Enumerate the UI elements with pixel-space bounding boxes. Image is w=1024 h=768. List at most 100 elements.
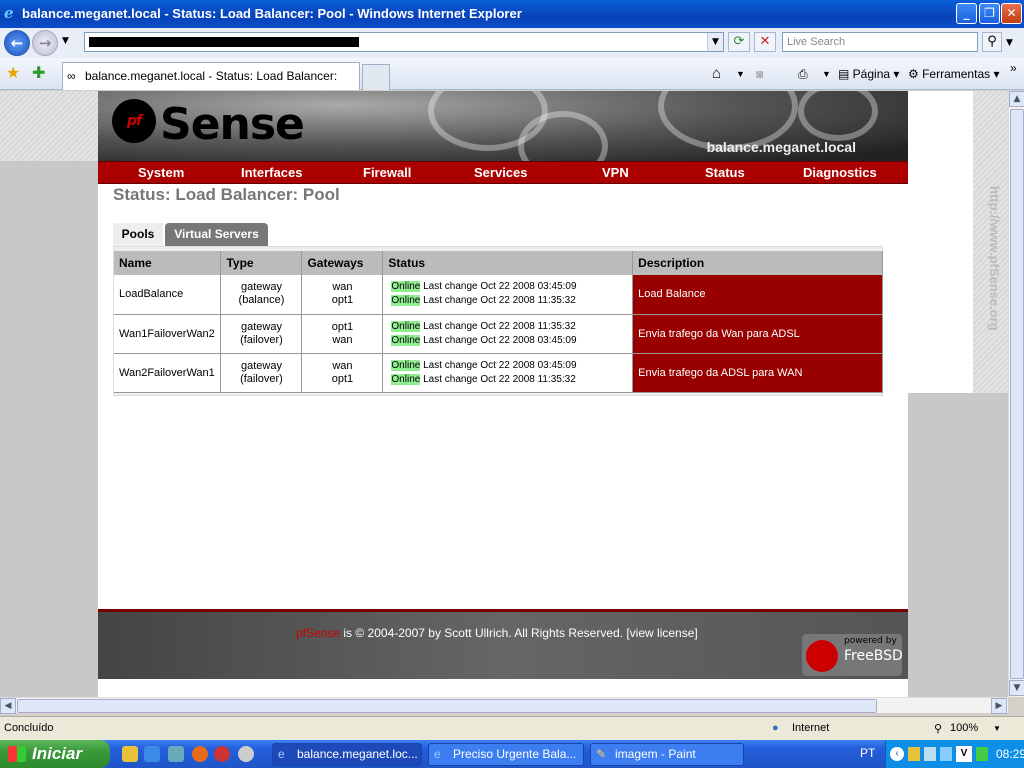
page-menu[interactable]: ▤ Página ▾ (838, 64, 899, 84)
ie-quicklaunch-icon[interactable] (144, 746, 160, 762)
tray-collapse-icon[interactable]: ‹ (890, 747, 904, 761)
outlook-quicklaunch-icon[interactable] (122, 746, 138, 762)
forward-button[interactable]: → (32, 30, 58, 56)
opera-quicklaunch-icon[interactable] (214, 746, 230, 762)
paint-task-icon: ✎ (596, 747, 607, 761)
page-menu-label: Página (852, 67, 891, 81)
nav-vpn[interactable]: VPN (602, 165, 629, 180)
vertical-scrollbar[interactable]: ▲ ▼ (1008, 91, 1024, 697)
address-input[interactable]: ▼ (84, 32, 724, 52)
nav-firewall[interactable]: Firewall (363, 165, 411, 180)
taskbar: Iniciar e balance.meganet.loc... e Preciso… (0, 740, 1024, 768)
table-row[interactable]: Wan1FailoverWan2 gateway (failover) opt1 w… (114, 314, 883, 354)
zoom-level[interactable]: 100% (950, 722, 978, 734)
ie-logo-icon: e (4, 4, 14, 22)
pfsense-logo[interactable]: pf Sense (112, 99, 305, 150)
nav-interfaces[interactable]: Interfaces (241, 165, 302, 180)
pool-gateways: opt1 wan (301, 314, 384, 354)
network-icon[interactable] (924, 747, 936, 761)
tray-app-icon[interactable] (976, 747, 988, 761)
address-dropdown-icon[interactable]: ▼ (707, 33, 723, 51)
status-badge: Online (391, 334, 421, 346)
firefox-quicklaunch-icon[interactable] (192, 746, 208, 762)
security-shield-icon[interactable] (908, 747, 920, 761)
table-row[interactable]: Wan2FailoverWan1 gateway (failover) wan op… (114, 353, 883, 393)
live-search-input[interactable]: Live Search (782, 32, 978, 52)
media-quicklaunch-icon[interactable] (238, 746, 254, 762)
browser-tab[interactable]: ∞ balance.meganet.local - Status: Load B… (62, 62, 360, 109)
nav-diagnostics[interactable]: Diagnostics (803, 165, 877, 180)
scroll-left-icon[interactable]: ◀ (0, 698, 16, 714)
tab-pools[interactable]: Pools (113, 223, 163, 246)
back-button[interactable]: ← (4, 30, 30, 56)
feeds-icon[interactable]: ◙ (756, 64, 763, 84)
status-badge: Online (391, 373, 421, 385)
home-dropdown-icon[interactable]: ▼ (736, 64, 745, 84)
new-tab-button[interactable] (362, 64, 390, 90)
pool-name: Wan1FailoverWan2 (114, 314, 222, 354)
tab-virtual-servers[interactable]: Virtual Servers (165, 223, 268, 246)
status-badge: Online (391, 359, 421, 371)
redacted-url (89, 37, 359, 47)
left-background (0, 91, 98, 697)
horizontal-scroll-thumb[interactable] (17, 699, 877, 713)
pool-name: Wan2FailoverWan1 (114, 353, 222, 393)
task-ie-preciso[interactable]: e Preciso Urgente Bala... (428, 743, 584, 766)
home-icon[interactable]: ⌂ (712, 64, 721, 84)
language-indicator[interactable]: PT (860, 746, 875, 760)
history-dropdown-icon[interactable]: ▼ (62, 36, 69, 46)
pool-description: Envia trafego da ADSL para WAN (632, 353, 883, 393)
nav-status[interactable]: Status (705, 165, 745, 180)
footer-brand[interactable]: pfSense (296, 626, 340, 640)
zoom-dropdown-icon[interactable]: ▼ (993, 724, 1001, 733)
clock[interactable]: 08:29 (996, 740, 1024, 768)
globe-icon: ● (772, 722, 779, 734)
pool-status: Online Last change Oct 22 2008 11:35:32 O… (382, 314, 634, 354)
right-background (908, 91, 973, 393)
refresh-icon[interactable]: ⟳ (728, 32, 750, 52)
volume-icon[interactable] (940, 747, 952, 761)
window-title-bar[interactable]: e balance.meganet.local - Status: Load B… (0, 0, 1024, 28)
print-dropdown-icon[interactable]: ▼ (822, 64, 831, 84)
nav-system[interactable]: System (138, 165, 184, 180)
nav-services[interactable]: Services (474, 165, 528, 180)
zoom-icon: ⚲ (934, 723, 943, 735)
scroll-down-icon[interactable]: ▼ (1009, 680, 1024, 696)
table-row[interactable]: LoadBalance gateway (balance) wan opt1 Onl… (114, 275, 883, 315)
vertical-url-text: http://www.pfSense.org (987, 186, 1002, 331)
pool-table: Name Type Gateways Status Description Lo… (114, 251, 883, 393)
horizontal-scrollbar[interactable]: ◀ ▶ (0, 697, 1008, 714)
tools-menu[interactable]: ⚙ Ferramentas ▾ (908, 64, 999, 84)
task-ie-balance[interactable]: e balance.meganet.loc... (272, 743, 422, 766)
antivirus-icon[interactable]: V (956, 746, 972, 762)
app-quicklaunch-icon[interactable] (168, 746, 184, 762)
col-type: Type (220, 251, 303, 275)
logo-text: Sense (160, 99, 305, 150)
search-dropdown-icon[interactable]: ▼ (1006, 38, 1013, 48)
minimize-button[interactable]: _ (956, 3, 977, 24)
scroll-right-icon[interactable]: ▶ (991, 698, 1007, 714)
vertical-scroll-thumb[interactable] (1010, 109, 1024, 679)
freebsd-badge[interactable]: powered by FreeBSD (802, 634, 903, 676)
freebsd-label: FreeBSD (844, 648, 903, 664)
status-badge: Online (391, 320, 421, 332)
maximize-button[interactable]: ❐ (979, 3, 1000, 24)
print-icon[interactable]: ⎙ (798, 64, 808, 84)
stop-icon[interactable]: ✕ (754, 32, 776, 52)
security-zone[interactable]: Internet (792, 722, 829, 734)
start-label: Iniciar (32, 744, 83, 763)
status-text: Concluído (4, 722, 54, 734)
pool-table-wrapper: Name Type Gateways Status Description Lo… (113, 246, 883, 396)
more-tools-icon[interactable]: » (1010, 58, 1017, 78)
start-button[interactable]: Iniciar (0, 740, 110, 768)
search-icon[interactable]: ⚲ (982, 32, 1002, 52)
pool-name: LoadBalance (114, 275, 222, 315)
scroll-up-icon[interactable]: ▲ (1009, 91, 1024, 107)
address-toolbar: ← → ▼ ▼ ⟳ ✕ Live Search ⚲ ▼ (0, 28, 1024, 58)
close-button[interactable]: ✕ (1001, 3, 1022, 24)
header-banner: pf Sense balance.meganet.local (98, 91, 908, 161)
favorites-star-icon[interactable]: ★ (6, 63, 20, 82)
add-favorites-icon[interactable]: ✚ (32, 63, 45, 82)
pool-description: Load Balance (632, 275, 883, 315)
task-paint[interactable]: ✎ imagem - Paint (590, 743, 744, 766)
